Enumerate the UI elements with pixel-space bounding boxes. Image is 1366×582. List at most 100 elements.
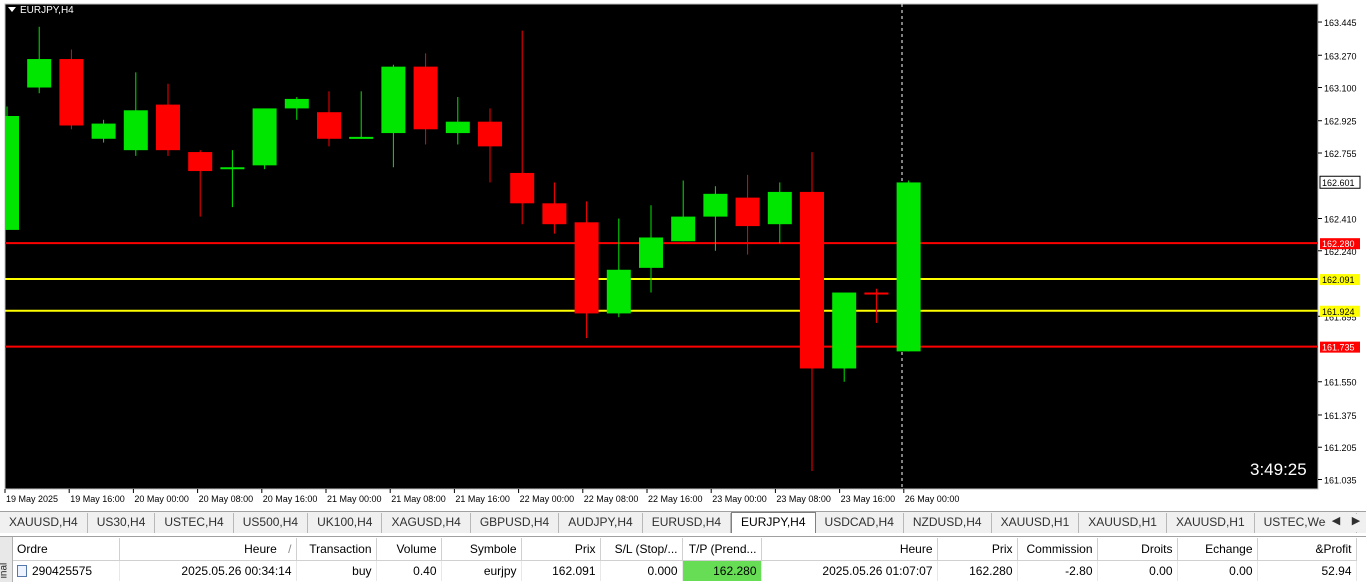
bull-candle <box>671 216 696 242</box>
bear-candle <box>59 59 84 126</box>
price-tick-label: 162.755 <box>1324 149 1357 159</box>
price-level-label: 161.924 <box>1322 307 1355 317</box>
bull-candle <box>896 182 921 352</box>
chart-tabs-bar: XAUUSD,H4 US30,H4 USTEC,H4 US500,H4 UK100,H4… <box>0 511 1366 533</box>
bull-candle <box>91 123 116 139</box>
chart-tab[interactable]: USTEC,H4 <box>155 513 234 533</box>
cell-volume: 0.40 <box>376 560 442 581</box>
cell-prix: 162.091 <box>521 560 601 581</box>
bull-candle <box>349 136 374 139</box>
col-prix[interactable]: Prix <box>521 538 601 561</box>
time-tick-label: 23 May 16:00 <box>841 494 896 504</box>
chart-symbol-text: EURJPY,H4 <box>20 5 74 16</box>
chart-tab[interactable]: AUDJPY,H4 <box>559 513 643 533</box>
col-heure-close[interactable]: Heure <box>761 538 938 561</box>
price-tick-label: 163.100 <box>1324 84 1357 94</box>
bear-candle <box>864 292 889 295</box>
chart-tab[interactable]: EURJPY,H4 <box>731 512 816 533</box>
cell-symbole: eurjpy <box>441 560 522 581</box>
bear-candle <box>156 104 180 151</box>
cell-prix-close: 162.280 <box>937 560 1018 581</box>
chart-tab[interactable]: XAUUSD,H1 <box>1079 513 1167 533</box>
cell-profit: 52.94 <box>1257 560 1357 581</box>
col-prix-close[interactable]: Prix <box>937 538 1018 561</box>
cell-ordre-value: 290425575 <box>32 563 93 578</box>
tab-scroll-nav: ◀ ▶ <box>1326 514 1366 532</box>
price-level-label: 162.091 <box>1322 275 1355 285</box>
time-tick-label: 20 May 16:00 <box>263 494 318 504</box>
bull-candle <box>284 98 309 109</box>
bear-candle <box>735 197 760 227</box>
chart-tab[interactable]: NZDUSD,H4 <box>904 513 992 533</box>
col-echange[interactable]: Echange <box>1177 538 1258 561</box>
chart-tab[interactable]: GBPUSD,H4 <box>471 513 560 533</box>
price-chart[interactable]: 163.445 163.270 163.100 162.925 162.755 162.4… <box>0 0 1366 511</box>
bull-candle <box>5 115 19 230</box>
chart-tab[interactable]: US500,H4 <box>234 513 309 533</box>
chart-tab[interactable]: XAUUSD,H4 <box>0 513 88 533</box>
chart-tab[interactable]: US30,H4 <box>88 513 156 533</box>
cell-heure-close: 2025.05.26 01:07:07 <box>761 560 938 581</box>
bull-candle <box>606 269 631 314</box>
chart-tab[interactable]: EURUSD,H4 <box>643 513 732 533</box>
chart-tab[interactable]: XAGUSD,H4 <box>382 513 471 533</box>
chart-tab[interactable]: UK100,H4 <box>308 513 383 533</box>
time-tick-label: 23 May 00:00 <box>712 494 767 504</box>
bull-candle <box>27 59 52 88</box>
price-tick-label: 161.205 <box>1324 443 1357 453</box>
time-tick-label: 22 May 16:00 <box>648 494 703 504</box>
price-tick-label: 161.375 <box>1324 411 1357 421</box>
cell-ordre: 290425575 <box>13 560 120 581</box>
time-tick-label: 26 May 00:00 <box>905 494 960 504</box>
col-stop-loss[interactable]: S/L (Stop/... <box>600 538 683 561</box>
col-ordre[interactable]: Ordre <box>13 538 120 561</box>
cell-take-profit: 162.280 <box>682 560 762 581</box>
col-transaction[interactable]: Transaction <box>296 538 377 561</box>
chart-tab[interactable]: XAUUSD,H1 <box>1167 513 1255 533</box>
cell-heure: 2025.05.26 00:34:14 <box>119 560 297 581</box>
col-profit[interactable]: &Profit <box>1257 538 1357 561</box>
time-tick-label: 19 May 16:00 <box>70 494 125 504</box>
col-take-profit[interactable]: T/P (Prend... <box>682 538 762 561</box>
chart-symbol-label: EURJPY,H4 <box>8 5 74 16</box>
price-tick-label: 161.550 <box>1324 378 1357 388</box>
orders-table: Ordre Heure / Transaction Volume Symbole… <box>13 538 1357 581</box>
chart-window[interactable]: 163.445 163.270 163.100 162.925 162.755 162.4… <box>0 0 1366 511</box>
price-tick-label: 163.445 <box>1324 18 1357 28</box>
bar-countdown: 3:49:25 <box>1250 460 1307 479</box>
cell-transaction: buy <box>296 560 377 581</box>
time-tick-label: 21 May 08:00 <box>391 494 446 504</box>
bull-candle <box>767 191 792 225</box>
cell-stop-loss: 0.000 <box>600 560 683 581</box>
time-tick-label: 23 May 08:00 <box>776 494 831 504</box>
price-tick-label: 163.270 <box>1324 51 1357 61</box>
bear-candle <box>478 121 502 147</box>
bull-candle <box>703 193 728 217</box>
bull-candle <box>123 110 148 151</box>
dropdown-triangle-icon[interactable] <box>8 7 16 12</box>
col-symbole[interactable]: Symbole <box>441 538 522 561</box>
bear-candle <box>574 222 599 314</box>
order-row[interactable]: 290425575 2025.05.26 00:34:14 buy 0.40 e… <box>13 560 1357 581</box>
bear-candle <box>542 203 567 225</box>
col-commission[interactable]: Commission <box>1017 538 1098 561</box>
current-price-label: 162.601 <box>1322 178 1355 188</box>
terminal-panel: inal Ordre Heure / Transaction Volume Sy… <box>0 536 1366 582</box>
terminal-side-label: inal <box>0 562 10 579</box>
bear-candle <box>413 66 438 130</box>
tab-scroll-right-icon[interactable]: ▶ <box>1352 514 1360 532</box>
col-heure[interactable]: Heure / <box>119 538 297 561</box>
time-tick-label: 21 May 16:00 <box>455 494 510 504</box>
terminal-side-strip[interactable]: inal <box>0 537 13 582</box>
col-droits[interactable]: Droits <box>1097 538 1178 561</box>
time-tick-label: 19 May 2025 <box>6 494 58 504</box>
cell-echange: 0.00 <box>1177 560 1258 581</box>
chart-tab[interactable]: XAUUSD,H1 <box>992 513 1080 533</box>
sort-indicator-icon: / <box>288 541 292 556</box>
tab-scroll-left-icon[interactable]: ◀ <box>1332 514 1340 532</box>
price-tick-label: 162.410 <box>1324 215 1357 225</box>
col-volume[interactable]: Volume <box>376 538 442 561</box>
price-tick-label: 161.035 <box>1324 476 1357 486</box>
col-heure-label: Heure <box>244 541 277 556</box>
chart-tab[interactable]: USDCAD,H4 <box>816 513 904 533</box>
